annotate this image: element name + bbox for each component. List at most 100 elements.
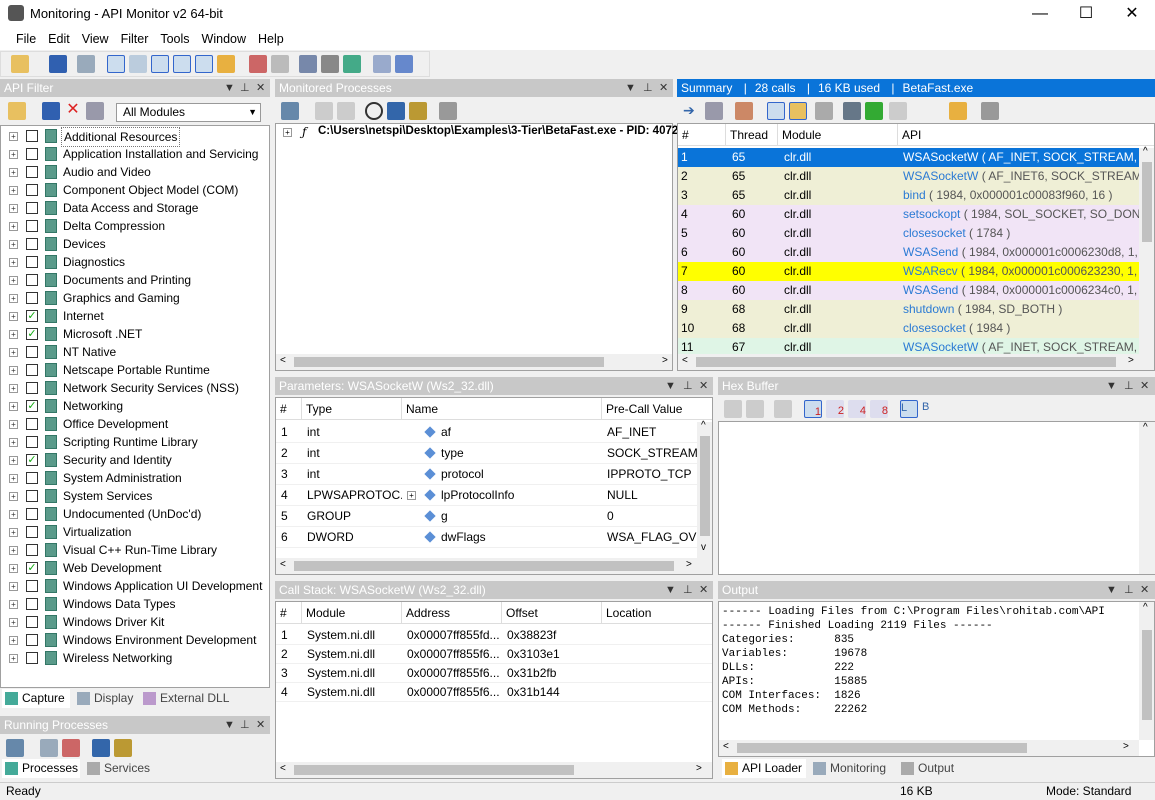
expand-icon[interactable]: + <box>9 294 18 303</box>
save-icon[interactable] <box>42 102 60 120</box>
minimize-button[interactable]: — <box>1017 0 1063 28</box>
expand-icon[interactable]: + <box>9 438 18 447</box>
scroll-up-icon[interactable]: ^ <box>701 420 706 431</box>
checkbox[interactable] <box>26 490 38 502</box>
api-category-item[interactable]: + Visual C++ Run-Time Library <box>1 541 266 559</box>
menu-window[interactable]: Window <box>196 28 252 46</box>
checkbox[interactable] <box>26 652 38 664</box>
find-icon[interactable] <box>86 102 104 120</box>
checkbox[interactable] <box>26 220 38 232</box>
col-offset[interactable]: Offset <box>502 602 602 624</box>
api-category-item[interactable]: + ✓ Security and Identity <box>1 451 266 469</box>
checkbox[interactable] <box>26 634 38 646</box>
settings-icon[interactable] <box>409 102 427 120</box>
window-icon[interactable] <box>337 102 355 120</box>
braces-icon[interactable] <box>107 55 125 73</box>
attach-icon[interactable] <box>387 102 405 120</box>
monitored-process-item[interactable]: C:\Users\netspi\Desktop\Examples\3-Tier\… <box>318 125 685 137</box>
api-category-item[interactable]: + Windows Driver Kit <box>1 613 266 631</box>
expand-icon[interactable]: + <box>9 132 18 141</box>
checkbox[interactable]: ✓ <box>26 454 38 466</box>
expand-icon[interactable]: + <box>9 150 18 159</box>
pin-icon[interactable]: ⊥ <box>683 581 693 599</box>
api-category-item[interactable]: + Windows Environment Development <box>1 631 266 649</box>
scroll-left-icon[interactable]: < <box>682 355 688 366</box>
expand-icon[interactable]: + <box>9 312 18 321</box>
vertical-scrollbar[interactable]: ^ <box>1139 422 1155 574</box>
checkbox[interactable] <box>26 202 38 214</box>
expand-icon[interactable]: + <box>9 654 18 663</box>
expand-icon[interactable]: + <box>9 222 18 231</box>
hand-icon[interactable] <box>949 102 967 120</box>
monitor-icon[interactable] <box>249 55 267 73</box>
open-icon[interactable] <box>11 55 29 73</box>
target-icon[interactable] <box>365 102 383 120</box>
checkbox[interactable] <box>26 508 38 520</box>
checkbox[interactable]: ✓ <box>26 328 38 340</box>
api-category-item[interactable]: + Netscape Portable Runtime <box>1 361 266 379</box>
expand-icon[interactable]: + <box>9 240 18 249</box>
menu-file[interactable]: File <box>10 28 42 46</box>
checkbox[interactable] <box>26 184 38 196</box>
expand-icon[interactable]: + <box>9 492 18 501</box>
tab-display[interactable]: Display <box>74 689 138 708</box>
scroll-up-icon[interactable]: ^ <box>1143 602 1148 613</box>
checkbox[interactable]: ✓ <box>26 400 38 412</box>
api-category-item[interactable]: + Diagnostics <box>1 253 266 271</box>
api-category-item[interactable]: + Data Access and Storage <box>1 199 266 217</box>
dropdown-icon[interactable]: ▼ <box>1106 377 1117 395</box>
parameter-row[interactable]: 2 int type SOCK_STREAM <box>276 443 698 464</box>
arrow-right-icon[interactable]: ➔ <box>683 102 701 120</box>
expand-icon[interactable]: + <box>9 330 18 339</box>
menu-tools[interactable]: Tools <box>154 28 195 46</box>
tab-output[interactable]: Output <box>898 759 968 778</box>
horizontal-scrollbar[interactable]: < > <box>276 354 672 370</box>
expand-icon[interactable]: + <box>9 528 18 537</box>
expand-icon[interactable]: + <box>9 420 18 429</box>
parameter-row[interactable]: 6 DWORD dwFlags WSA_FLAG_OVER <box>276 527 698 548</box>
call-stack-row[interactable]: 1 System.ni.dll 0x00007ff855fd... 0x38823f <box>276 626 712 645</box>
checkbox[interactable] <box>26 382 38 394</box>
menu-filter[interactable]: Filter <box>115 28 155 46</box>
tab-services[interactable]: Services <box>84 759 154 778</box>
col-location[interactable]: Location <box>602 602 712 624</box>
checkbox[interactable] <box>26 346 38 358</box>
tree-view-icon[interactable] <box>767 102 785 120</box>
summary-row[interactable]: 6 60 clr.dll WSASend ( 1984, 0x000001c00062… <box>678 243 1140 262</box>
api-category-item[interactable]: + ✓ Internet <box>1 307 266 325</box>
api-category-item[interactable]: + Office Development <box>1 415 266 433</box>
highlight-icon[interactable] <box>789 102 807 120</box>
trash-icon[interactable] <box>981 102 999 120</box>
api-category-item[interactable]: + Documents and Printing <box>1 271 266 289</box>
scroll-up-icon[interactable]: ^ <box>1143 146 1148 157</box>
summary-row[interactable]: 10 68 clr.dll closesocket ( 1984 ) <box>678 319 1140 338</box>
parameter-row[interactable]: 3 int protocol IPPROTO_TCP <box>276 464 698 485</box>
checkbox[interactable] <box>26 616 38 628</box>
copy-icon[interactable] <box>746 400 764 418</box>
save-icon[interactable] <box>724 400 742 418</box>
close-icon[interactable]: ✕ <box>1140 581 1149 599</box>
open-icon[interactable] <box>8 102 26 120</box>
maximize-button[interactable]: ☐ <box>1063 0 1109 28</box>
expand-icon[interactable]: + <box>9 564 18 573</box>
checkbox[interactable] <box>26 472 38 484</box>
close-button[interactable]: ✕ <box>1109 0 1155 28</box>
tab-monitoring[interactable]: Monitoring <box>810 759 894 778</box>
expand-icon[interactable]: + <box>9 168 18 177</box>
parameter-row[interactable]: 5 GROUP g 0 <box>276 506 698 527</box>
doc-settings-icon[interactable] <box>395 55 413 73</box>
pin-icon[interactable]: ⊥ <box>240 79 250 97</box>
api-category-item[interactable]: + Network Security Services (NSS) <box>1 379 266 397</box>
find-icon[interactable] <box>705 102 723 120</box>
message-icon[interactable] <box>315 102 333 120</box>
docs-icon[interactable] <box>373 55 391 73</box>
scroll-left-icon[interactable]: < <box>280 559 286 570</box>
checkbox[interactable] <box>26 274 38 286</box>
pin-icon[interactable]: ⊥ <box>1124 377 1134 395</box>
checkbox[interactable] <box>26 166 38 178</box>
expand-icon[interactable]: + <box>9 276 18 285</box>
byte-1-button[interactable]: 1 <box>804 400 822 418</box>
checkbox[interactable] <box>26 544 38 556</box>
expand-icon[interactable]: + <box>9 618 18 627</box>
expand-icon[interactable]: + <box>9 582 18 591</box>
